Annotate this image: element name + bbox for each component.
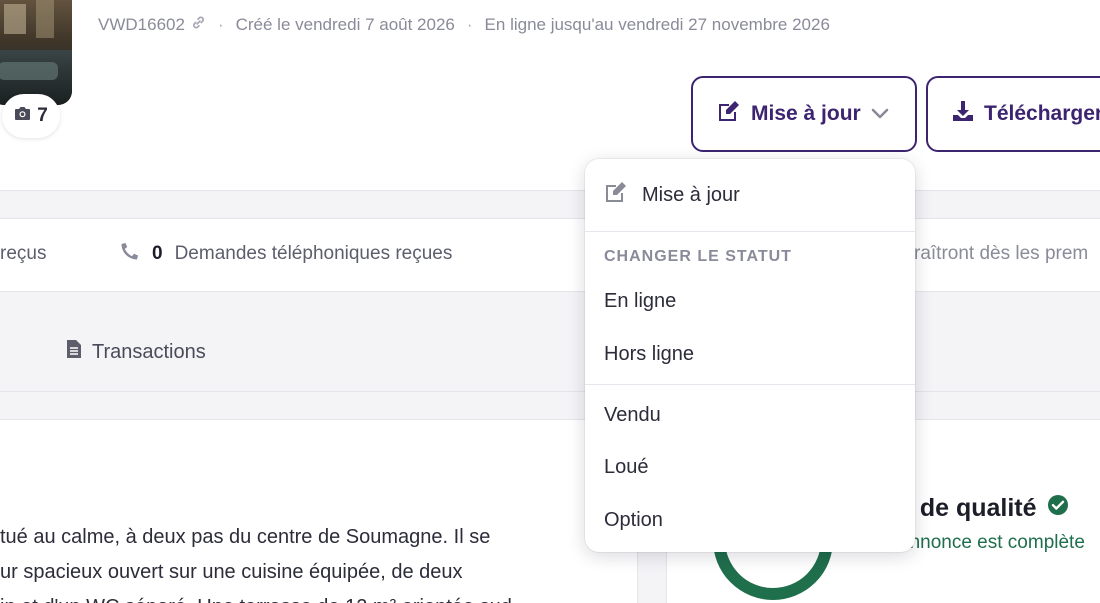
photo-count: 7 bbox=[37, 105, 48, 126]
meta-separator: · bbox=[217, 15, 224, 34]
edit-icon bbox=[717, 100, 741, 128]
menu-item-sold[interactable]: Vendu bbox=[585, 389, 915, 441]
menu-item-update[interactable]: Mise à jour bbox=[585, 169, 915, 221]
listing-reference: VWD16602 bbox=[98, 15, 185, 34]
phone-icon bbox=[120, 241, 140, 267]
download-button[interactable]: Télécharger bbox=[926, 76, 1100, 152]
download-icon bbox=[952, 100, 974, 128]
stat-phone-requests: 0 Demandes téléphoniques reçues bbox=[120, 241, 452, 267]
listing-photo[interactable] bbox=[0, 0, 72, 105]
stats-row: reçus 0 Demandes téléphoniques reçues ra… bbox=[0, 218, 1100, 292]
update-button[interactable]: Mise à jour bbox=[691, 76, 917, 152]
menu-divider bbox=[585, 231, 915, 232]
quality-title: e de qualité bbox=[899, 494, 1069, 523]
tab-transactions[interactable]: Transactions bbox=[66, 339, 206, 365]
edit-icon bbox=[604, 181, 628, 209]
tab-transactions-label: Transactions bbox=[92, 340, 206, 363]
download-button-label: Télécharger bbox=[984, 102, 1100, 125]
update-dropdown-menu: Mise à jour CHANGER LE STATUT En ligne H… bbox=[585, 159, 915, 552]
phone-request-label: Demandes téléphoniques reçues bbox=[174, 243, 453, 264]
listing-meta: VWD16602 · Créé le vendredi 7 août 2026 … bbox=[98, 14, 830, 36]
quality-subtitle: annonce est complète bbox=[899, 532, 1085, 553]
update-button-label: Mise à jour bbox=[751, 102, 861, 125]
menu-divider bbox=[585, 384, 915, 385]
chevron-down-icon bbox=[871, 102, 889, 126]
photo-count-badge[interactable]: 7 bbox=[2, 94, 60, 138]
description-line: tué au calme, à deux pas du centre de So… bbox=[0, 526, 491, 548]
section-divider bbox=[0, 392, 1100, 420]
stat-received-label: reçus bbox=[0, 243, 47, 264]
quality-title-text: e de qualité bbox=[899, 494, 1037, 522]
phone-request-count: 0 bbox=[152, 243, 163, 264]
meta-separator: · bbox=[466, 15, 473, 34]
section-divider bbox=[0, 190, 1100, 218]
description-line: ur spacieux ouvert sur une cuisine équip… bbox=[0, 561, 463, 583]
menu-section-header: CHANGER LE STATUT bbox=[604, 248, 792, 265]
description-line: in et d'un WC séparé. Une terrasse de 12… bbox=[0, 590, 620, 603]
check-circle-icon bbox=[1047, 494, 1069, 523]
camera-icon bbox=[14, 105, 31, 127]
menu-item-update-label: Mise à jour bbox=[642, 183, 740, 206]
description-card: tué au calme, à deux pas du centre de So… bbox=[0, 420, 638, 603]
menu-item-option[interactable]: Option bbox=[585, 494, 915, 546]
description-text: tué au calme, à deux pas du centre de So… bbox=[0, 520, 620, 603]
listing-page: 7 VWD16602 · Créé le vendredi 7 août 202… bbox=[0, 0, 1100, 603]
menu-item-rented[interactable]: Loué bbox=[585, 441, 915, 493]
online-until-date: En ligne jusqu'au vendredi 27 novembre 2… bbox=[484, 15, 830, 34]
link-icon[interactable] bbox=[191, 15, 206, 35]
document-icon bbox=[66, 339, 82, 365]
created-date: Créé le vendredi 7 août 2026 bbox=[235, 15, 455, 34]
tabs-row: Transactions bbox=[0, 292, 1100, 392]
menu-item-online[interactable]: En ligne bbox=[585, 275, 915, 327]
stat-info-text: raîtront dès les prem bbox=[914, 243, 1089, 264]
menu-item-offline[interactable]: Hors ligne bbox=[585, 328, 915, 380]
